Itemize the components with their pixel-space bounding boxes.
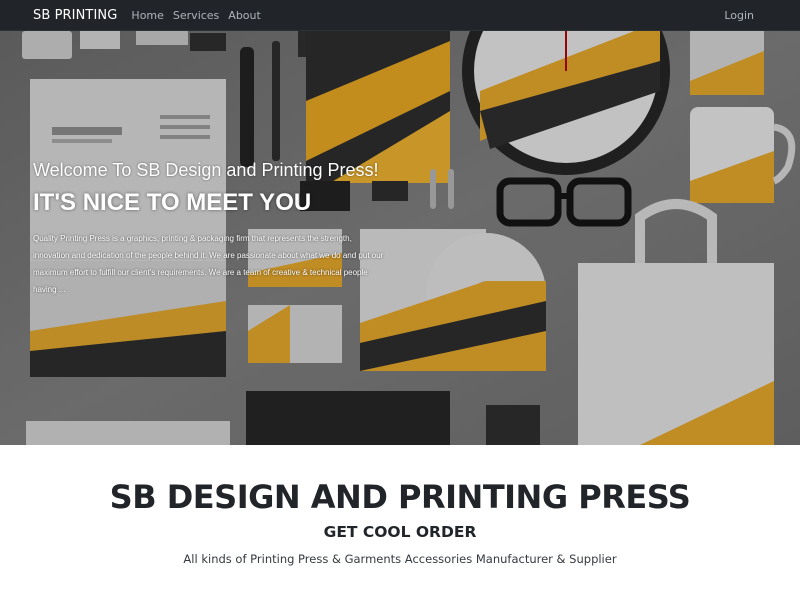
login-link[interactable]: Login	[724, 9, 754, 22]
company-tagline: All kinds of Printing Press & Garments A…	[183, 552, 617, 566]
nav-link-about[interactable]: About	[228, 9, 261, 22]
hero-headline: IT'S NICE TO MEET YOU	[33, 189, 312, 216]
brand-link[interactable]: SB PRINTING	[33, 8, 117, 23]
hero-welcome-heading: Welcome To SB Design and Printing Press!	[33, 160, 379, 180]
company-title: SB DESIGN AND PRINTING PRESS	[109, 478, 691, 516]
company-subtitle: GET COOL ORDER	[323, 523, 477, 541]
company-intro-section: SB DESIGN AND PRINTING PRESS GET COOL OR…	[0, 445, 800, 600]
hero-text: Welcome To SB Design and Printing Press!…	[33, 159, 393, 298]
hero-banner: Welcome To SB Design and Printing Press!…	[0, 31, 800, 445]
nav-link-services[interactable]: Services	[173, 9, 219, 22]
hero-description: Quality Printing Press is a graphics, pr…	[33, 234, 384, 294]
nav-link-home[interactable]: Home	[131, 9, 163, 22]
navbar: SB PRINTING Home Services About Login	[0, 0, 800, 31]
nav-right: Login	[724, 0, 754, 31]
